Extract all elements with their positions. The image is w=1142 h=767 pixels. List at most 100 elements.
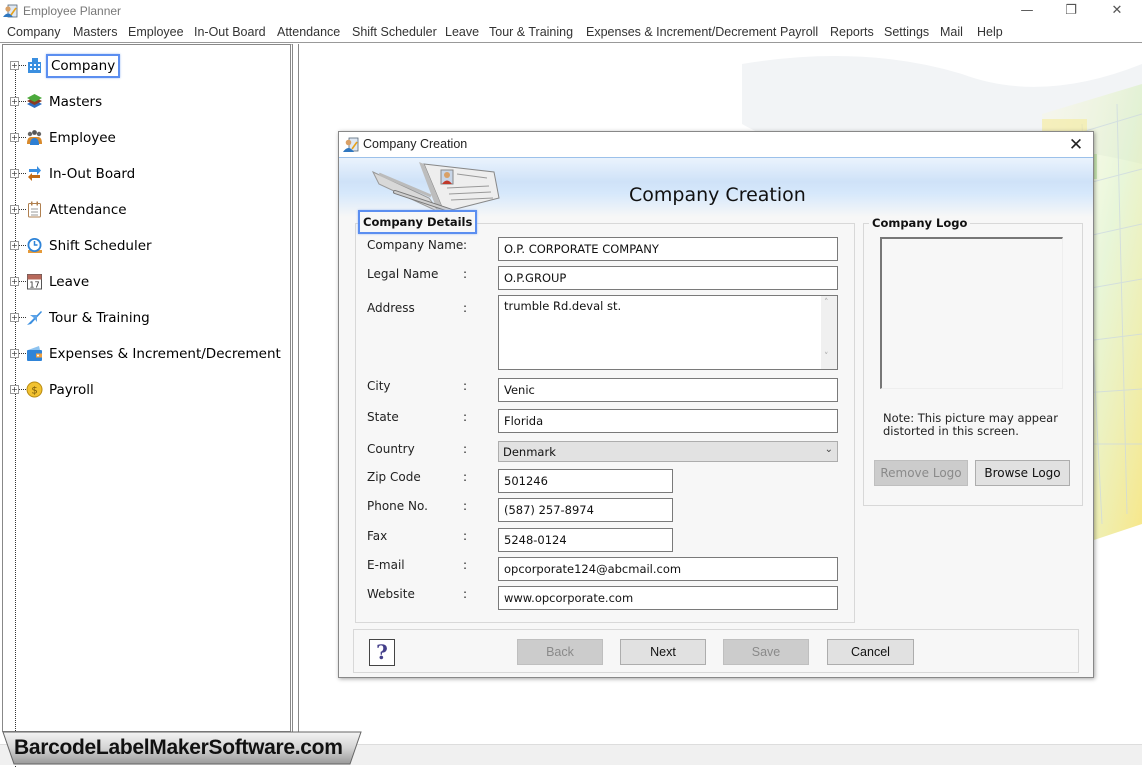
clipboard-icon	[28, 201, 41, 218]
menu-mail[interactable]: Mail	[940, 25, 963, 39]
tree-item-expenses[interactable]: + Expenses & Increment/Decrement	[10, 342, 290, 366]
tree-label: Expenses & Increment/Decrement	[49, 346, 281, 362]
remove-logo-button[interactable]: Remove Logo	[874, 460, 968, 486]
tree-item-employee[interactable]: + Employee	[10, 126, 290, 150]
tree-label: Shift Scheduler	[49, 238, 152, 254]
colon: :	[463, 238, 468, 252]
scroll-down-icon[interactable]: ˅	[824, 352, 829, 362]
menu-payroll[interactable]: Payroll	[780, 25, 818, 39]
chevron-down-icon: ⌄	[824, 444, 833, 455]
app-title: Employee Planner	[23, 4, 122, 18]
browse-logo-button[interactable]: Browse Logo	[975, 460, 1070, 486]
colon: :	[463, 529, 468, 543]
zip-input[interactable]: 501246	[498, 469, 673, 493]
tree-item-shift-scheduler[interactable]: + Shift Scheduler	[10, 234, 290, 258]
tree-label: Employee	[49, 130, 116, 146]
phone-label: Phone No.	[367, 499, 428, 513]
menu-settings[interactable]: Settings	[884, 25, 929, 39]
colon: :	[463, 558, 468, 572]
colon: :	[463, 442, 468, 456]
state-input[interactable]: Florida	[498, 409, 838, 433]
close-window-button[interactable]: ✕	[1102, 2, 1132, 20]
save-button[interactable]: Save	[723, 639, 809, 665]
tree-label: Company	[46, 54, 121, 78]
app-titlebar: Employee Planner — ❐ ✕	[0, 0, 1142, 22]
country-label: Country	[367, 442, 415, 456]
watermark-text: BarcodeLabelMakerSoftware.com	[14, 736, 343, 759]
maximize-button[interactable]: ❐	[1056, 2, 1086, 20]
expand-icon[interactable]: +	[10, 277, 19, 286]
website-input[interactable]: www.opcorporate.com	[498, 586, 838, 610]
country-value: Denmark	[503, 445, 556, 459]
dialog-titlebar: Company Creation ✕	[339, 132, 1093, 157]
calendar-icon: 17	[27, 274, 42, 290]
next-button[interactable]: Next	[620, 639, 706, 665]
menu-expenses[interactable]: Expenses & Increment/Decrement	[586, 25, 776, 39]
cancel-button[interactable]: Cancel	[827, 639, 914, 665]
address-scrollbar[interactable]: ˄ ˅	[821, 296, 837, 369]
tree-label: Tour & Training	[49, 310, 150, 326]
expand-icon[interactable]: +	[10, 241, 19, 250]
dialog-banner: Company Creation	[339, 157, 1093, 217]
website-label: Website	[367, 587, 415, 601]
tree-item-company[interactable]: + Company	[10, 54, 290, 78]
swap-arrows-icon	[28, 166, 41, 181]
state-label: State	[367, 410, 399, 424]
menu-reports[interactable]: Reports	[830, 25, 874, 39]
email-label: E-mail	[367, 558, 405, 572]
building-icon	[28, 58, 41, 73]
menu-employee[interactable]: Employee	[128, 25, 184, 39]
legal-name-input[interactable]: O.P.GROUP	[498, 266, 838, 290]
help-button[interactable]: ?	[369, 639, 395, 666]
menu-in-out-board[interactable]: In-Out Board	[194, 25, 266, 39]
phone-input[interactable]: (587) 257-8974	[498, 498, 673, 522]
tree-item-tour-training[interactable]: + Tour & Training	[10, 306, 290, 330]
colon: :	[463, 470, 468, 484]
back-button[interactable]: Back	[517, 639, 603, 665]
expand-icon[interactable]: +	[10, 205, 19, 214]
colon: :	[463, 410, 468, 424]
menu-tour-training[interactable]: Tour & Training	[489, 25, 573, 39]
dialog-close-button[interactable]: ✕	[1065, 134, 1087, 156]
menu-leave[interactable]: Leave	[445, 25, 479, 39]
expand-icon[interactable]: +	[10, 349, 19, 358]
fax-input[interactable]: 5248-0124	[498, 528, 673, 552]
minimize-button[interactable]: —	[1012, 2, 1042, 20]
menu-attendance[interactable]: Attendance	[277, 25, 340, 39]
tree-item-leave[interactable]: + 17 Leave	[10, 270, 290, 294]
expand-icon[interactable]: +	[10, 97, 19, 106]
menu-help[interactable]: Help	[977, 25, 1003, 39]
svg-text:$: $	[31, 386, 37, 397]
menu-company[interactable]: Company	[7, 25, 61, 39]
expand-icon[interactable]: +	[10, 169, 19, 178]
expand-icon[interactable]: +	[10, 133, 19, 142]
city-label: City	[367, 379, 391, 393]
dollar-coin-icon: $	[26, 381, 43, 398]
tree-item-in-out-board[interactable]: + In-Out Board	[10, 162, 290, 186]
people-icon	[27, 130, 42, 145]
expand-icon[interactable]: +	[10, 313, 19, 322]
company-details-title: Company Details	[358, 210, 478, 234]
company-name-input[interactable]: O.P. CORPORATE COMPANY	[498, 237, 838, 261]
logo-note: Note: This picture may appear distorted …	[883, 411, 1058, 438]
expand-icon[interactable]: +	[10, 61, 19, 70]
tree-item-masters[interactable]: + Masters	[10, 90, 290, 114]
scroll-up-icon[interactable]: ˄	[824, 298, 829, 308]
email-input[interactable]: opcorporate124@abcmail.com	[498, 557, 838, 581]
menu-shift-scheduler[interactable]: Shift Scheduler	[352, 25, 437, 39]
address-textarea[interactable]: trumble Rd.deval st. ˄ ˅	[498, 295, 838, 370]
app-logo-icon	[3, 4, 18, 18]
country-select[interactable]: Denmark ⌄	[498, 441, 838, 462]
colon: :	[463, 267, 468, 281]
expand-icon[interactable]: +	[10, 385, 19, 394]
tree-item-attendance[interactable]: + Attendance	[10, 198, 290, 222]
colon: :	[463, 499, 468, 513]
colon: :	[463, 301, 468, 315]
menu-masters[interactable]: Masters	[73, 25, 117, 39]
company-creation-dialog: Company Creation ✕ Company Creation Comp…	[338, 131, 1094, 678]
tree-label: Masters	[49, 94, 103, 110]
city-input[interactable]: Venic	[498, 378, 838, 402]
dialog-app-icon	[343, 137, 359, 152]
tree-item-payroll[interactable]: + $ Payroll	[10, 378, 290, 402]
menu-bar: Company Masters Employee In-Out Board At…	[0, 22, 1142, 43]
